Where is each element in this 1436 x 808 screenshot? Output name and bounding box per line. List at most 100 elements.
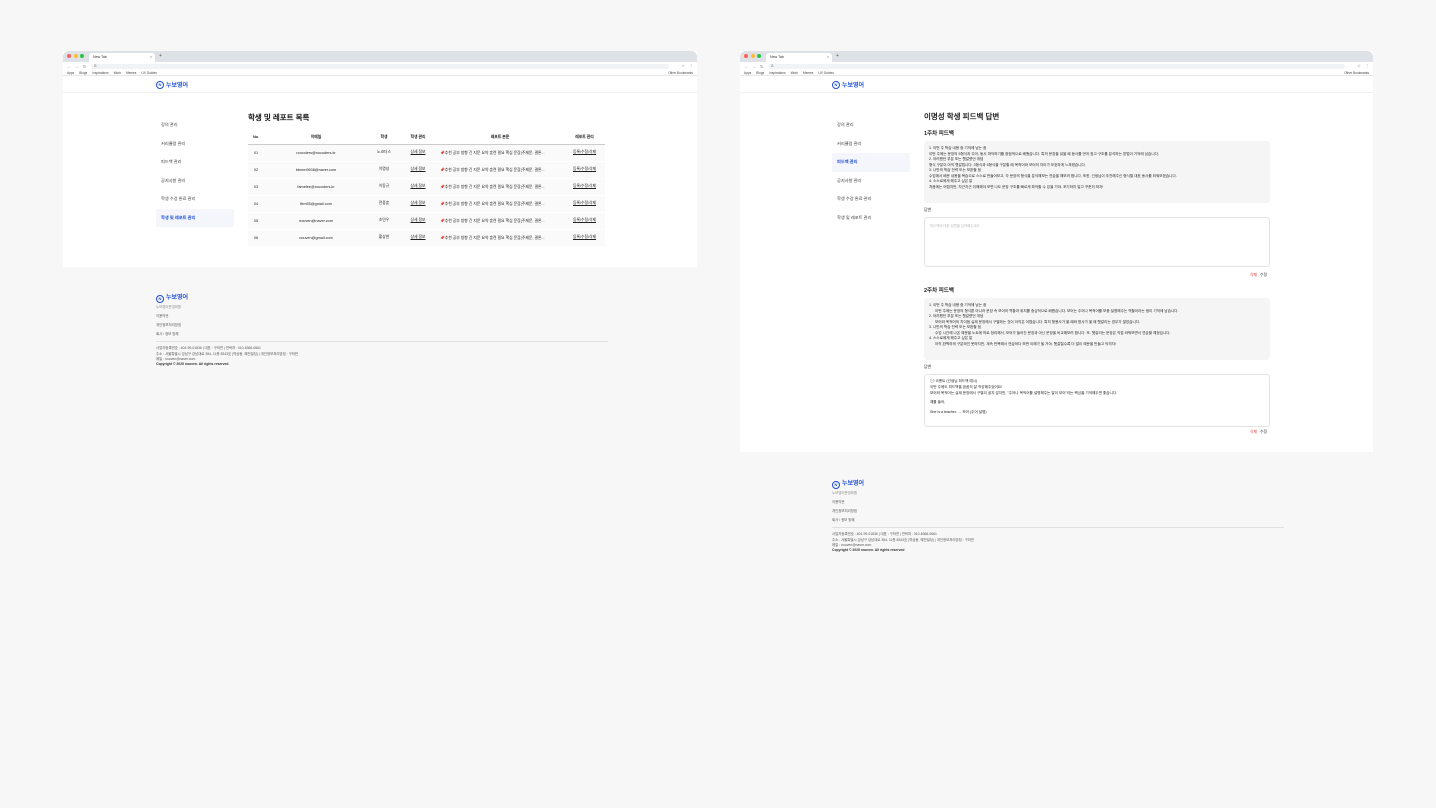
week2-edit-button[interactable]: 수정	[1260, 430, 1267, 435]
sidebar-item-feedback[interactable]: 피드백 관리	[832, 153, 910, 172]
week2-answer-textarea[interactable]: 💬 코멘트 (선생님 피드백 예시) 이번 주에도 피드백을 꼼꼼히 잘 작성해…	[924, 374, 1270, 427]
bookmark-blogs[interactable]: Blogs	[756, 71, 764, 75]
new-tab-button[interactable]: +	[159, 53, 162, 59]
sidebar-item-curriculum[interactable]: 커리큘럼 관리	[832, 135, 910, 154]
bookmark-apps[interactable]: Apps	[744, 71, 751, 75]
report-actions-link[interactable]: 등록/수정/삭제	[573, 201, 596, 205]
brand-logo[interactable]: N 누보영어	[832, 80, 864, 89]
week1-answer-label: 답변	[924, 208, 931, 212]
minimize-window-icon[interactable]	[73, 54, 78, 58]
row-no: 01	[248, 144, 264, 162]
detail-link[interactable]: 상세 정보	[410, 184, 425, 188]
tab-title: New Tab	[770, 55, 784, 60]
bookmark-memes[interactable]: Memes	[803, 71, 813, 75]
sidebar-item-students-reports[interactable]: 학생 및 레포트 관리	[156, 208, 234, 227]
tab-close-icon[interactable]: ×	[827, 55, 829, 59]
report-preview: 추천 공부 방향 긴 지문 요약 훈련 필요 핵심 문장(주제문, 결론...	[444, 235, 545, 240]
bookmark-memes[interactable]: Memes	[126, 71, 136, 75]
bookmark-inspirations[interactable]: Inspirations	[769, 71, 785, 75]
forward-icon[interactable]: →	[75, 64, 79, 69]
report-preview: 추천 공부 방향 긴 지문 요약 훈련 필요 핵심 문장(주제문, 결론...	[444, 218, 545, 223]
logo-text: 누보영어	[842, 83, 865, 89]
answer-line: She is a teacher. → 보어 (주어 설명)	[930, 410, 987, 414]
week2-answer-label: 답변	[924, 365, 931, 369]
reload-icon[interactable]: ↻	[83, 64, 86, 69]
browser-tab[interactable]: New Tab ×	[766, 53, 832, 62]
report-actions-link[interactable]: 등록/수정/삭제	[573, 235, 596, 239]
detail-link[interactable]: 상세 정보	[410, 150, 425, 154]
detail-link[interactable]: 상세 정보	[410, 235, 425, 239]
detail-link[interactable]: 상세 정보	[410, 218, 425, 222]
footer-logo[interactable]: N 누보영어	[156, 294, 608, 303]
row-email: bbmm9508@naver.com	[264, 161, 368, 179]
report-preview: 추천 공부 방향 긴 지문 요약 훈련 필요 핵심 문장(주제문, 결론...	[444, 150, 545, 155]
report-actions-link[interactable]: 등록/수정/삭제	[573, 184, 596, 188]
detail-link[interactable]: 상세 정보	[410, 201, 425, 205]
new-tab-button[interactable]: +	[836, 53, 839, 59]
bookmark-ux-guides[interactable]: UX Guides	[818, 71, 833, 75]
bookmark-inspirations[interactable]: Inspirations	[92, 71, 108, 75]
omnibox[interactable]: G	[91, 63, 669, 69]
maximize-window-icon[interactable]	[80, 54, 84, 58]
footer-logo[interactable]: N 누보영어	[832, 480, 1284, 489]
bookmark-apps[interactable]: Apps	[67, 71, 74, 75]
row-no: 06	[248, 229, 264, 247]
footer-link-company[interactable]: 회사 / 정보 방해	[832, 518, 1284, 523]
bookmark-ux-guides[interactable]: UX Guides	[141, 71, 156, 75]
left-site-footer: N 누보영어 누보영어운영위원 이용약관 개인정보처리방침 회사 / 정보 방해 …	[156, 294, 608, 367]
report-actions-link[interactable]: 등록/수정/삭제	[573, 150, 596, 154]
report-actions-link[interactable]: 등록/수정/삭제	[573, 167, 596, 171]
footer-link-terms[interactable]: 이용약관	[156, 314, 608, 319]
sidebar-item-curriculum[interactable]: 커리큘럼 관리	[156, 135, 234, 154]
report-preview: 추천 공부 방향 긴 지문 요약 훈련 필요 핵심 문장(주제문, 결론...	[444, 167, 545, 172]
detail-link[interactable]: 상세 정보	[410, 167, 425, 171]
footer-copyright: Copyright © 2025 nouven. All rights rese…	[156, 361, 229, 366]
tab-close-icon[interactable]: ×	[150, 55, 152, 59]
week2-delete-button[interactable]: 삭제	[1250, 430, 1257, 435]
sidebar-item-lectures[interactable]: 강의 관리	[832, 116, 910, 135]
back-icon[interactable]: ←	[744, 64, 748, 69]
footer-subtitle: 누보영어운영위원	[832, 491, 857, 495]
sidebar-item-notices[interactable]: 공지사항 관리	[156, 172, 234, 191]
bookmark-work[interactable]: Work	[791, 71, 798, 75]
browser-tab[interactable]: New Tab ×	[89, 53, 155, 62]
browser-titlebar: New Tab × +	[63, 51, 697, 62]
sidebar-item-students-reports[interactable]: 학생 및 레포트 관리	[832, 209, 910, 228]
reload-icon[interactable]: ↻	[760, 64, 763, 69]
right-site-footer: N 누보영어 누보영어운영위원 이용약관 개인정보처리방침 회사 / 정보 방해 …	[832, 480, 1284, 553]
bookmark-work[interactable]: Work	[114, 71, 121, 75]
sidebar-item-notices[interactable]: 공지사항 관리	[832, 172, 910, 191]
logo-mark-icon: N	[832, 80, 840, 89]
close-window-icon[interactable]	[67, 54, 71, 58]
sidebar-item-feedback[interactable]: 피드백 관리	[156, 153, 234, 172]
sidebar-item-completion[interactable]: 학생 수강 완료 관리	[832, 190, 910, 209]
menu-icon[interactable]: ⋮	[1365, 63, 1369, 68]
row-email: nocoders@nocoders.kr	[264, 144, 368, 162]
footer-link-privacy[interactable]: 개인정보처리방침	[832, 509, 1284, 514]
col-report-actions: 레포트 관리	[564, 131, 605, 145]
back-icon[interactable]: ←	[67, 64, 71, 69]
footer-link-privacy[interactable]: 개인정보처리방침	[156, 323, 608, 328]
week1-answer-textarea[interactable]: 피드백에 대한 답변을 입력해주세요	[924, 217, 1270, 267]
star-icon[interactable]: ☆	[1357, 63, 1361, 68]
close-window-icon[interactable]	[744, 54, 748, 58]
report-preview: 추천 공부 방향 긴 지문 요약 훈련 필요 핵심 문장(주제문, 결론...	[444, 184, 545, 189]
maximize-window-icon[interactable]	[757, 54, 761, 58]
week1-edit-button[interactable]: 수정	[1260, 273, 1267, 278]
omnibox[interactable]: G	[768, 63, 1345, 69]
week2-feedback-box: 1. 이번 주 학습 내용 중 기억에 남는 점 이번 주에는 문장의 형식뿐 …	[924, 298, 1270, 360]
brand-logo[interactable]: N 누보영어	[156, 80, 188, 89]
star-icon[interactable]: ☆	[681, 63, 685, 68]
footer-link-company[interactable]: 회사 / 정보 방해	[156, 332, 608, 337]
week1-delete-button[interactable]: 삭제	[1250, 273, 1257, 278]
sidebar-item-completion[interactable]: 학생 수강 완료 관리	[156, 190, 234, 209]
bookmark-blogs[interactable]: Blogs	[79, 71, 87, 75]
forward-icon[interactable]: →	[752, 64, 756, 69]
sidebar-item-lectures[interactable]: 강의 관리	[156, 116, 234, 135]
menu-icon[interactable]: ⋮	[689, 63, 693, 68]
minimize-window-icon[interactable]	[750, 54, 755, 58]
other-bookmarks[interactable]: Other Bookmarks	[1344, 71, 1369, 75]
footer-link-terms[interactable]: 이용약관	[832, 500, 1284, 505]
other-bookmarks[interactable]: Other Bookmarks	[668, 71, 693, 75]
report-actions-link[interactable]: 등록/수정/삭제	[573, 218, 596, 222]
